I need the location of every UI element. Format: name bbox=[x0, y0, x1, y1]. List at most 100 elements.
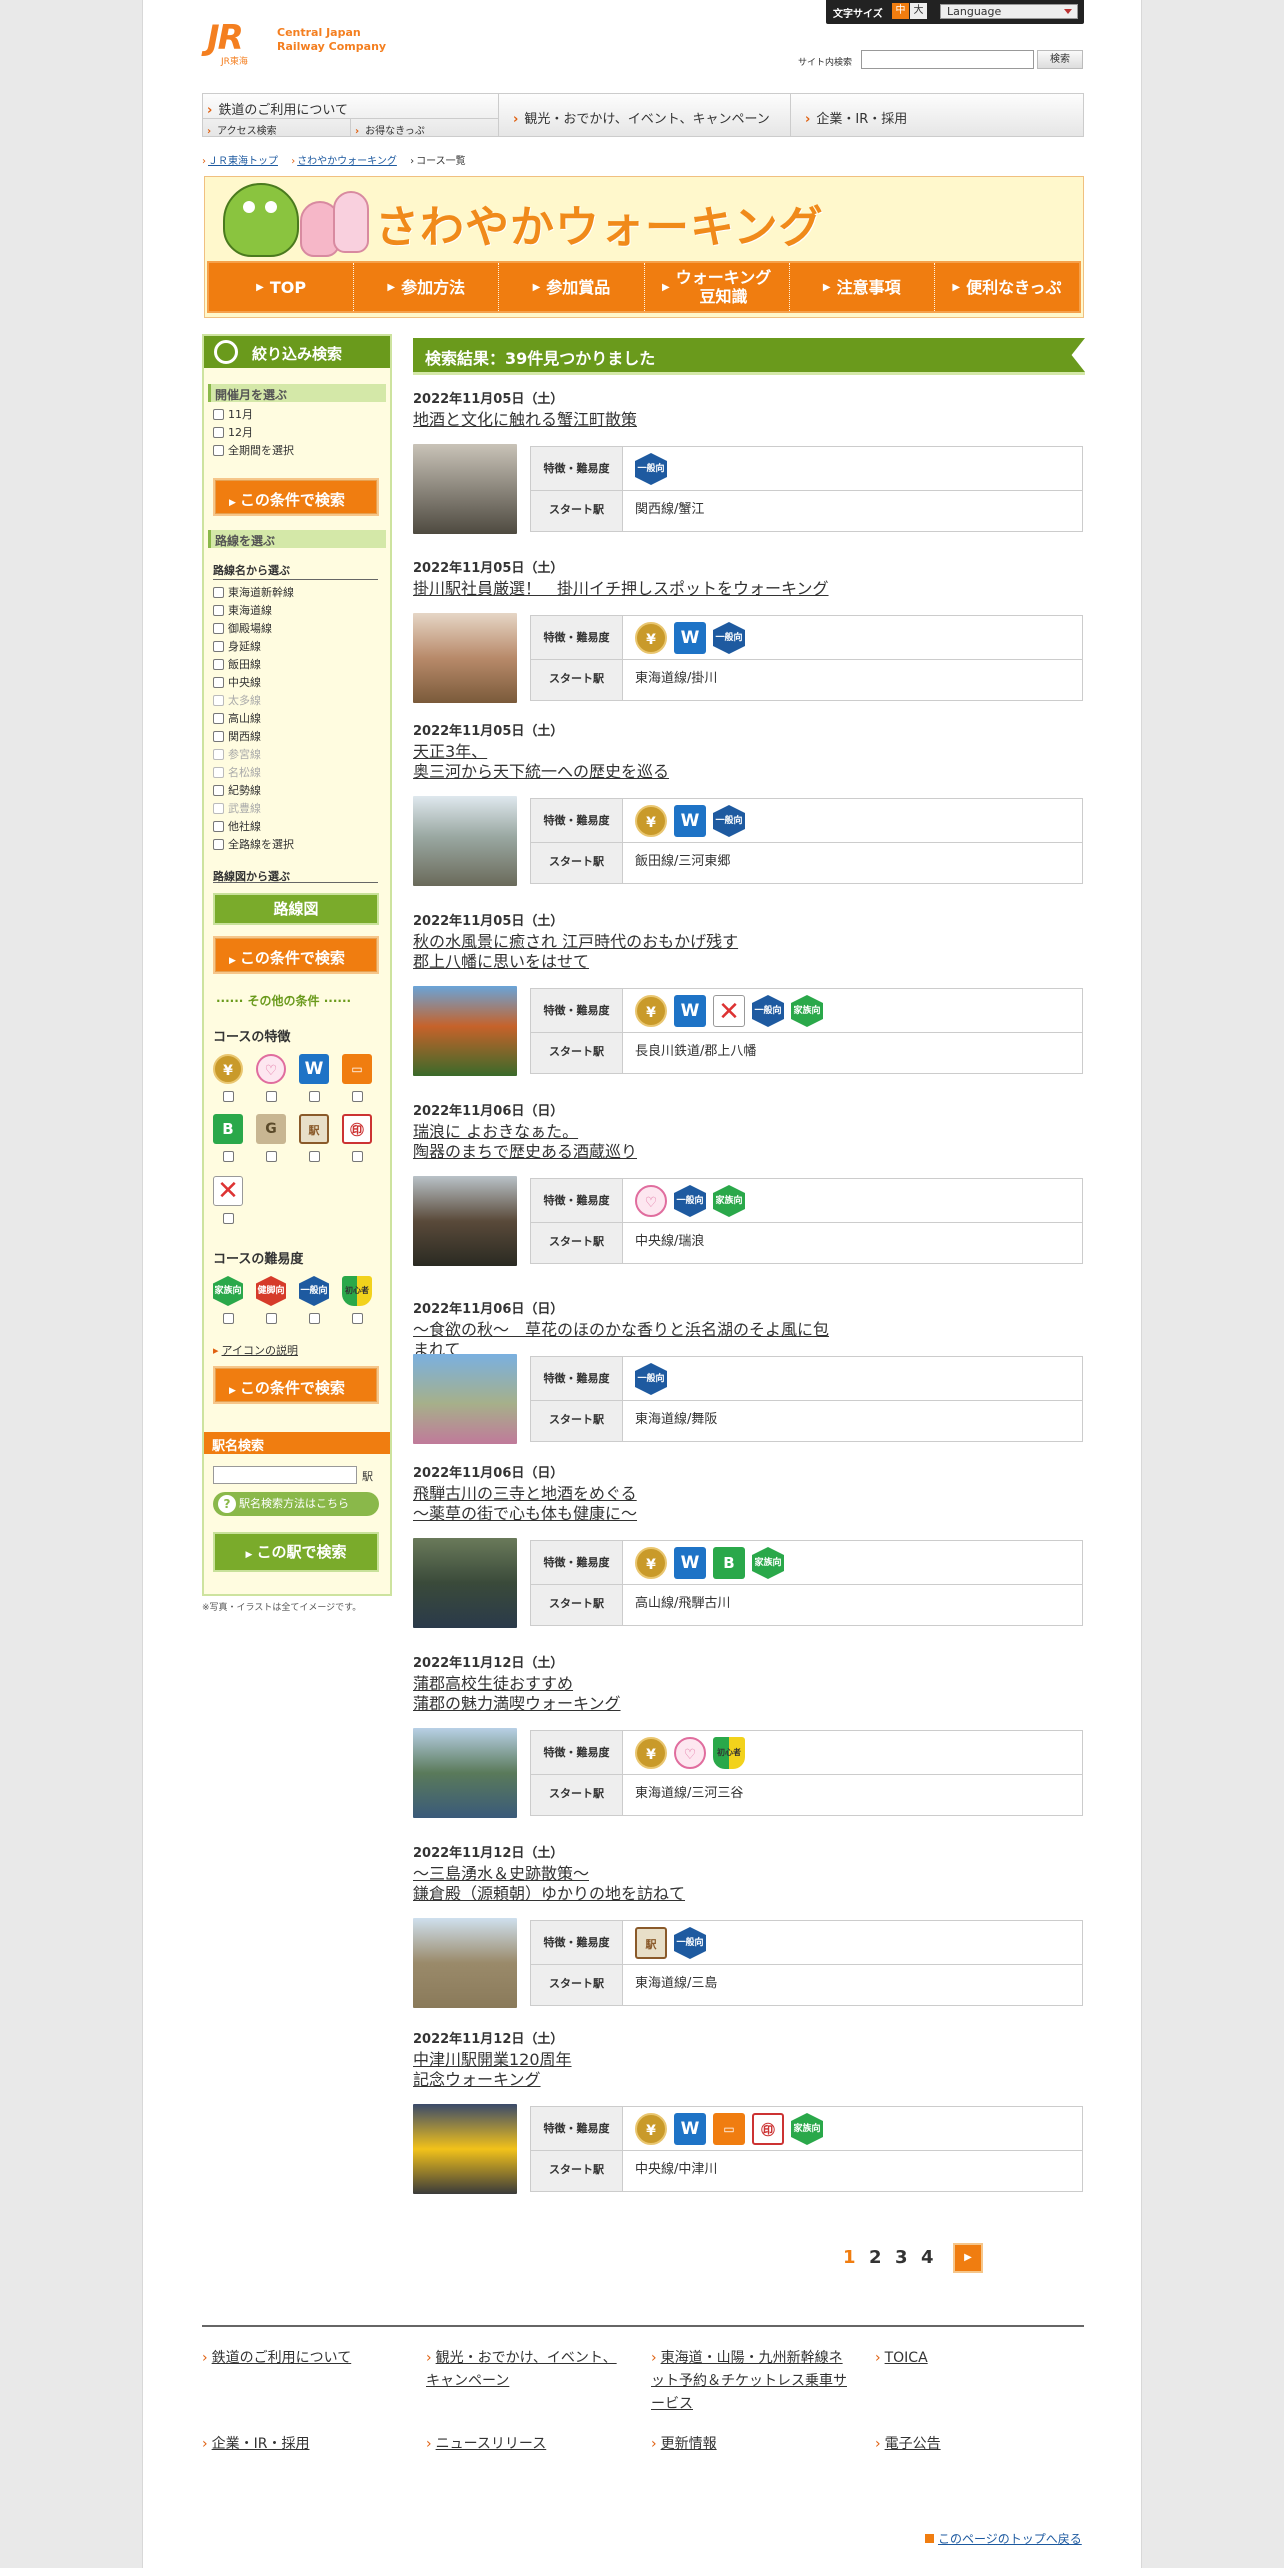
footer-link-railway[interactable]: › 鉄道のご利用について bbox=[202, 2347, 402, 2370]
course-photo[interactable] bbox=[413, 444, 517, 534]
course-photo[interactable] bbox=[413, 2104, 517, 2194]
conditions-search-button[interactable]: ▶ この条件で検索 bbox=[213, 1366, 379, 1404]
month-option[interactable]: 11月 bbox=[213, 406, 253, 422]
gnav-railway-link[interactable]: › 鉄道のご利用について bbox=[207, 99, 348, 118]
checkbox[interactable] bbox=[213, 784, 224, 796]
course-title-link[interactable]: 天正3年、 奥三河から天下統一への歴史を巡る bbox=[413, 742, 833, 782]
course-title-link[interactable]: 掛川駅社員厳選！ 掛川イチ押しスポットをウォーキング bbox=[413, 579, 833, 599]
checkbox[interactable] bbox=[213, 820, 224, 832]
icon-help-link[interactable]: ▸ アイコンの説明 bbox=[213, 1342, 298, 1358]
checkbox[interactable] bbox=[213, 408, 224, 420]
month-option[interactable]: 12月 bbox=[213, 424, 253, 440]
month-search-button[interactable]: ▶ この条件で検索 bbox=[213, 478, 379, 516]
banner-nav-top[interactable]: ▶ TOP bbox=[209, 263, 355, 311]
page-4[interactable]: 4 bbox=[921, 2247, 934, 2268]
line-option[interactable]: 紀勢線 bbox=[213, 782, 261, 798]
line-option[interactable]: 御殿場線 bbox=[213, 620, 272, 636]
footer-link-toica[interactable]: › TOICA bbox=[875, 2347, 1075, 2370]
line-option[interactable]: 飯田線 bbox=[213, 656, 261, 672]
feature-checkbox-w[interactable] bbox=[309, 1091, 320, 1102]
course-title-link[interactable]: 飛騨古川の三寺と地酒をめぐる ～薬草の街で心も体も健康に～ bbox=[413, 1484, 833, 1524]
difficulty-checkbox-family[interactable] bbox=[223, 1313, 234, 1324]
jr-central-logo[interactable]: JR JR東海 Central Japan Railway Company bbox=[207, 18, 387, 67]
site-search-input[interactable] bbox=[861, 50, 1034, 69]
feature-checkbox-yen[interactable] bbox=[223, 1091, 234, 1102]
checkbox[interactable] bbox=[213, 604, 224, 616]
banner-nav-how-to-join[interactable]: ▶ 参加方法 bbox=[354, 263, 500, 311]
gnav-tourism[interactable]: › 観光・おでかけ、イベント、キャンペーン bbox=[499, 94, 791, 136]
font-size-medium[interactable]: 中 bbox=[892, 3, 909, 19]
page-3[interactable]: 3 bbox=[895, 2247, 908, 2268]
course-title-link[interactable]: 瑞浪に よおきなぁた。 陶器のまちで歴史ある酒蔵巡り bbox=[413, 1122, 833, 1162]
banner-nav-notes[interactable]: ▶ 注意事項 bbox=[790, 263, 935, 311]
footer-link-express[interactable]: › 東海道・山陽・九州新幹線ネット予約＆チケットレス乗車サービス bbox=[651, 2347, 851, 2416]
page-top-link[interactable]: このページのトップへ戻る bbox=[925, 2530, 1082, 2547]
footer-link-updates[interactable]: › 更新情報 bbox=[651, 2433, 851, 2456]
gnav-discount-tickets[interactable]: › お得なきっぷ bbox=[351, 118, 499, 137]
course-photo[interactable] bbox=[413, 986, 517, 1076]
next-page-button[interactable]: ▶ bbox=[953, 2243, 983, 2273]
line-option[interactable]: 東海道線 bbox=[213, 602, 272, 618]
line-option[interactable]: 身延線 bbox=[213, 638, 261, 654]
checkbox[interactable] bbox=[213, 838, 224, 850]
course-title-link[interactable]: 秋の水風景に癒され 江戸時代のおもかげ残す 郡上八幡に思いをはせて bbox=[413, 932, 833, 972]
feature-checkbox-seal[interactable] bbox=[352, 1151, 363, 1162]
checkbox[interactable] bbox=[213, 444, 224, 456]
site-search-button[interactable]: 検索 bbox=[1037, 50, 1083, 69]
breadcrumb-walking[interactable]: さわやかウォーキング bbox=[297, 156, 397, 167]
difficulty-checkbox-beginner[interactable] bbox=[352, 1313, 363, 1324]
footer-link-news[interactable]: › ニュースリリース bbox=[426, 2433, 626, 2456]
font-size-large[interactable]: 大 bbox=[910, 3, 927, 19]
feature-checkbox-b[interactable] bbox=[223, 1151, 234, 1162]
gnav-access-search[interactable]: › アクセス検索 bbox=[203, 118, 351, 137]
course-photo[interactable] bbox=[413, 1176, 517, 1266]
course-title-link[interactable]: 中津川駅開業120周年 記念ウォーキング bbox=[413, 2050, 833, 2090]
course-photo[interactable] bbox=[413, 613, 517, 703]
line-option[interactable]: 他社線 bbox=[213, 818, 261, 834]
line-option[interactable]: 東海道新幹線 bbox=[213, 584, 294, 600]
line-option[interactable]: 中央線 bbox=[213, 674, 261, 690]
checkbox[interactable] bbox=[213, 676, 224, 688]
line-option[interactable]: 全路線を選択 bbox=[213, 836, 294, 852]
checkbox[interactable] bbox=[213, 586, 224, 598]
feature-checkbox-stamp[interactable] bbox=[309, 1151, 320, 1162]
footer-link-public-notice[interactable]: › 電子公告 bbox=[875, 2433, 1075, 2456]
checkbox[interactable] bbox=[213, 658, 224, 670]
breadcrumb-item[interactable]: › ＪＲ東海トップ bbox=[202, 156, 278, 167]
course-title-link[interactable]: 地酒と文化に触れる蟹江町散策 bbox=[413, 410, 833, 430]
gnav-corporate[interactable]: › 企業・IR・採用 bbox=[791, 94, 1083, 136]
station-help-button[interactable]: ? 駅名検索方法はこちら bbox=[213, 1492, 379, 1516]
station-name-input[interactable] bbox=[213, 1466, 357, 1484]
difficulty-checkbox-advanced[interactable] bbox=[266, 1313, 277, 1324]
checkbox[interactable] bbox=[213, 622, 224, 634]
course-title-link[interactable]: 蒲郡高校生徒おすすめ 蒲郡の魅力満喫ウォーキング bbox=[413, 1674, 833, 1714]
banner-nav-prizes[interactable]: ▶ 参加賞品 bbox=[499, 263, 645, 311]
breadcrumb-jr-top[interactable]: ＪＲ東海トップ bbox=[208, 156, 278, 167]
page-1[interactable]: 1 bbox=[843, 2247, 856, 2268]
course-photo[interactable] bbox=[413, 1728, 517, 1818]
course-photo[interactable] bbox=[413, 1354, 517, 1444]
difficulty-checkbox-general[interactable] bbox=[309, 1313, 320, 1324]
station-search-button[interactable]: ▶ この駅で検索 bbox=[213, 1532, 379, 1572]
course-title-link[interactable]: ～三島湧水＆史跡散策～ 鎌倉殿（源頼朝）ゆかりの地を訪ねて bbox=[413, 1864, 833, 1904]
banner-title[interactable]: さわやかウォーキング bbox=[375, 191, 824, 255]
footer-link-tourism[interactable]: › 観光・おでかけ、イベント、キャンペーン bbox=[426, 2347, 626, 2393]
feature-checkbox-x[interactable] bbox=[223, 1213, 234, 1224]
feature-checkbox-heart[interactable] bbox=[266, 1091, 277, 1102]
checkbox[interactable] bbox=[213, 712, 224, 724]
line-option[interactable]: 高山線 bbox=[213, 710, 261, 726]
banner-nav-tickets[interactable]: ▶ 便利なきっぷ bbox=[935, 263, 1079, 311]
line-search-button[interactable]: ▶ この条件で検索 bbox=[213, 936, 379, 974]
breadcrumb-item[interactable]: › さわやかウォーキング bbox=[291, 156, 397, 167]
language-select[interactable]: Language bbox=[940, 4, 1078, 19]
checkbox[interactable] bbox=[213, 640, 224, 652]
feature-checkbox-train[interactable] bbox=[352, 1091, 363, 1102]
course-photo[interactable] bbox=[413, 1538, 517, 1628]
month-option[interactable]: 全期間を選択 bbox=[213, 442, 294, 458]
course-photo[interactable] bbox=[413, 1918, 517, 2008]
checkbox[interactable] bbox=[213, 426, 224, 438]
checkbox[interactable] bbox=[213, 730, 224, 742]
route-map-button[interactable]: 路線図 bbox=[213, 893, 379, 925]
banner-nav-tips[interactable]: ▶ ウォーキング 豆知識 bbox=[645, 263, 790, 311]
footer-link-corporate[interactable]: › 企業・IR・採用 bbox=[202, 2433, 402, 2456]
